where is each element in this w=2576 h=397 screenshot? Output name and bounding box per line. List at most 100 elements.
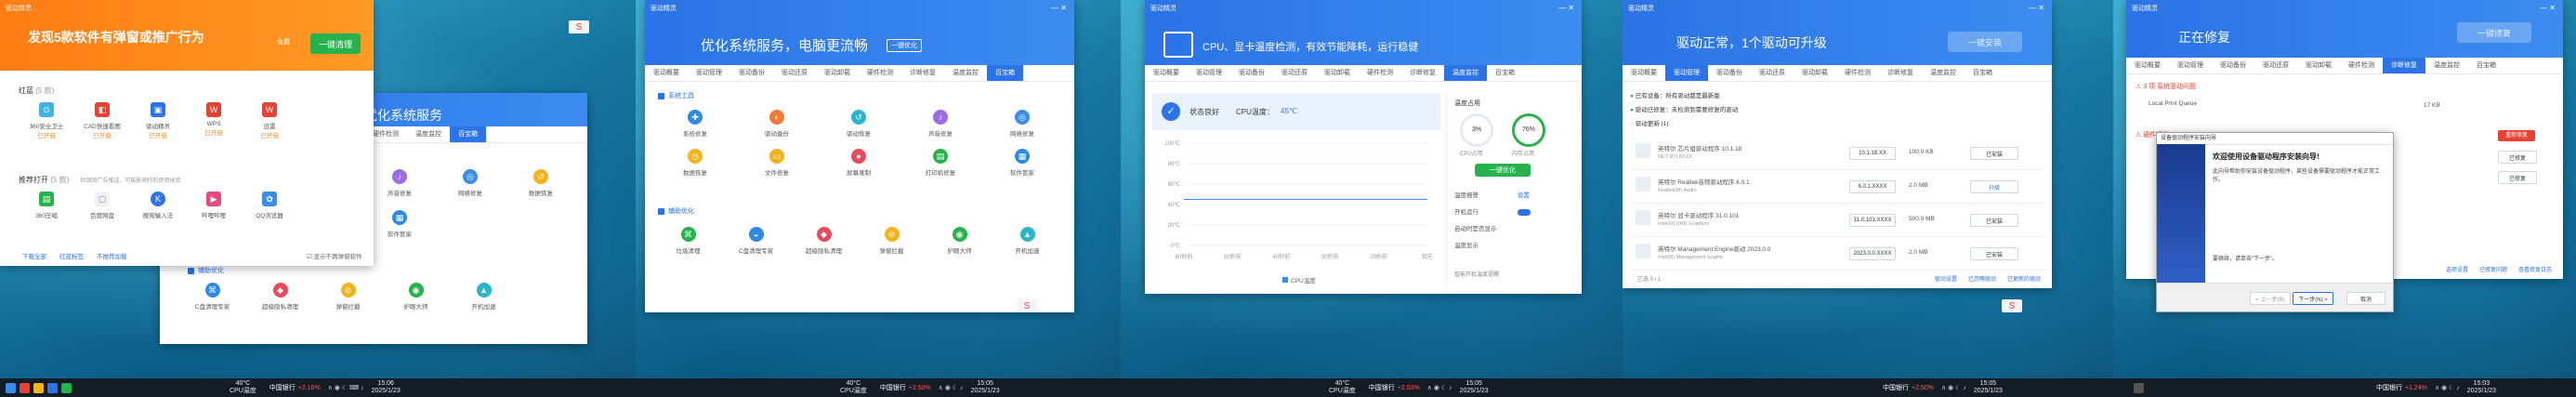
floating-s-badge[interactable]: S xyxy=(569,20,589,33)
link-settings[interactable]: 驱动设置 xyxy=(1935,274,1957,283)
tab-temp[interactable]: 温度监控 xyxy=(2425,58,2468,73)
next-button[interactable]: 下一步(N) > xyxy=(2293,292,2333,305)
driver-action[interactable]: 已安装 xyxy=(1970,247,2018,260)
tool-eye-care[interactable]: ◉ 护眼大师 xyxy=(382,283,450,311)
link-log[interactable]: 查看修复日志 xyxy=(2518,265,2552,273)
taskbar-app-1[interactable] xyxy=(20,382,30,393)
window-controls[interactable]: — ✕ xyxy=(2540,4,2556,12)
tab-restore[interactable]: 驱动还原 xyxy=(773,65,816,81)
tool-backup[interactable]: ◐ 驱动备份 xyxy=(736,110,818,138)
tab-uninstall[interactable]: 驱动卸载 xyxy=(1316,65,1359,81)
opt-display[interactable]: 温度显示 xyxy=(1454,238,1531,255)
window-controls[interactable]: — ✕ xyxy=(2029,4,2044,12)
tool-data[interactable]: ◷ 数据恢复 xyxy=(654,149,736,177)
tab-toolbox[interactable]: 百宝箱 xyxy=(987,65,1023,81)
tab-diagnose[interactable]: 诊断修复 xyxy=(2383,58,2425,73)
tab-temp[interactable]: 温度监控 xyxy=(1922,65,1965,81)
tool-privacy[interactable]: ◆ 超级隐私清理 xyxy=(246,283,314,311)
boot-toggle[interactable] xyxy=(1517,208,1531,216)
repair-all-button[interactable]: 一键修复 xyxy=(2457,22,2531,43)
table-row[interactable]: 英特尔 Realtek音频驱动程序 6.0.1 Realtek(R) Audio… xyxy=(1630,169,2044,204)
install-all-button[interactable]: 一键安装 xyxy=(1948,32,2022,52)
floating-s-badge[interactable]: S xyxy=(1017,299,1037,312)
tool-sys-fix[interactable]: ✚ 系统修复 xyxy=(654,110,736,138)
start-icon[interactable] xyxy=(6,382,16,393)
taskbar-app-4[interactable] xyxy=(61,382,72,393)
driver-action[interactable]: 升级 xyxy=(1970,180,2018,193)
tool-file[interactable]: ▭ 文件修复 xyxy=(736,149,818,177)
table-row[interactable]: 英特尔 Management Engine驱动 2023.0.0 Intel(R… xyxy=(1630,236,2044,271)
repaired-status[interactable]: 已修复 xyxy=(2498,151,2537,164)
show-checkbox[interactable]: ☑ 显示不再弹窗软件 xyxy=(307,251,362,260)
tab-manage[interactable]: 驱动管理 xyxy=(1665,65,1708,81)
tool-boot[interactable]: ▲ 开机加速 xyxy=(993,227,1061,255)
title-tag[interactable]: 一键优化 xyxy=(887,39,922,52)
tab-temp[interactable]: 温度监控 xyxy=(1444,65,1487,81)
tab-overview[interactable]: 驱动概要 xyxy=(1145,65,1188,81)
tab-diagnose[interactable]: 诊断修复 xyxy=(1879,65,1922,81)
tab-temp[interactable]: 温度监控 xyxy=(944,65,987,81)
driver-action[interactable]: 已安装 xyxy=(1970,214,2018,227)
tab-temp[interactable]: 温度监控 xyxy=(407,126,450,142)
opt-boot[interactable]: 开机运行 xyxy=(1454,205,1531,221)
tab-restore[interactable]: 驱动还原 xyxy=(1751,65,1794,81)
driver-action[interactable]: 已安装 xyxy=(1970,147,2018,160)
tab-restore[interactable]: 驱动还原 xyxy=(1273,65,1316,81)
tab-toolbox[interactable]: 百宝箱 xyxy=(1487,65,1523,81)
tool-popup[interactable]: ⊘ 弹窗拦截 xyxy=(858,227,926,255)
table-row[interactable]: 英特尔 芯片组驱动程序 10.1.18 NET RTL8XXX 10.1.18.… xyxy=(1630,136,2044,170)
tab-toolbox[interactable]: 百宝箱 xyxy=(2468,58,2504,73)
tool-c-clean[interactable]: ⌘ C盘清理专家 xyxy=(178,283,246,311)
tool-record[interactable]: ● 屏幕录制 xyxy=(818,149,900,177)
tab-manage[interactable]: 驱动管理 xyxy=(1188,65,1230,81)
tab-backup[interactable]: 驱动备份 xyxy=(1708,65,1751,81)
tool-privacy[interactable]: ◆ 超级隐私清理 xyxy=(790,227,858,255)
clean-button[interactable]: 一键清理 xyxy=(310,33,361,54)
tool-sound[interactable]: ♪ 声音修复 xyxy=(900,110,981,138)
app-360[interactable]: ⊙ 360安全卫士 已开启 xyxy=(19,102,74,139)
app-driver[interactable]: ▣ 驱动精灵 已开启 xyxy=(130,102,186,139)
tab-overview[interactable]: 驱动概要 xyxy=(1623,65,1665,81)
tab-backup[interactable]: 驱动备份 xyxy=(1230,65,1273,81)
repaired-status[interactable]: 已修复 xyxy=(2498,171,2537,184)
app-wps[interactable]: W WPS 已开启 xyxy=(186,102,242,139)
tool-software[interactable]: ▦ 软件管家 xyxy=(981,149,1063,177)
app-netdisk[interactable]: ▢ 百度网盘 xyxy=(74,192,130,219)
tab-overview[interactable]: 驱动概要 xyxy=(645,65,688,81)
tool-c-clean[interactable]: ◒ C盘清理专家 xyxy=(722,227,790,255)
tool-net-fix[interactable]: ◎ 网络修复 xyxy=(435,169,506,197)
tab-hardware[interactable]: 硬件检测 xyxy=(1836,65,1879,81)
tool-software-mgr[interactable]: ▦ 软件管家 xyxy=(364,210,435,238)
link-fixed[interactable]: 已修复问题 xyxy=(2479,265,2507,273)
tool-popup-block[interactable]: ⊘ 弹窗拦截 xyxy=(314,283,382,311)
prev-button[interactable]: < 上一步(B) xyxy=(2250,292,2291,305)
tool-network[interactable]: ◎ 网络修复 xyxy=(981,110,1063,138)
link-options[interactable]: 选项设置 xyxy=(2446,265,2468,273)
issue-1[interactable]: ⚠ 3 项 系统驱动问题 xyxy=(2136,82,2196,91)
tool-eye[interactable]: ◉ 护眼大师 xyxy=(926,227,993,255)
tab-hardware[interactable]: 硬件检测 xyxy=(859,65,901,81)
tab-hardware[interactable]: 硬件检测 xyxy=(1359,65,1401,81)
opt-alarm[interactable]: 温度报警 设置 xyxy=(1454,188,1531,205)
tab-backup[interactable]: 驱动备份 xyxy=(730,65,773,81)
tool-data-recovery[interactable]: ↺ 数据恢复 xyxy=(506,169,576,197)
link-not-recommend[interactable]: 不推荐加载 xyxy=(97,251,127,260)
app-bili[interactable]: ▶ 哔哩哔哩 xyxy=(186,192,242,219)
link-download-all[interactable]: 下载全部 xyxy=(22,251,46,260)
taskbar-app[interactable] xyxy=(2134,382,2144,393)
tab-toolbox[interactable]: 百宝箱 xyxy=(1965,65,2001,81)
cancel-button[interactable]: 取消 xyxy=(2346,292,2385,305)
tab-toolbox[interactable]: 百宝箱 xyxy=(450,126,486,142)
tab-manage[interactable]: 驱动管理 xyxy=(688,65,730,81)
taskbar-app-2[interactable] xyxy=(33,382,44,393)
app-zip[interactable]: ▤ 360压缩 xyxy=(19,192,74,219)
window-controls[interactable]: — ✕ xyxy=(1558,4,1574,12)
app-cad[interactable]: ◧ CAD快速看图 已开启 xyxy=(74,102,130,139)
tool-restore[interactable]: ↺ 驱动恢复 xyxy=(818,110,900,138)
app-qqbrowser[interactable]: ✿ QQ浏览器 xyxy=(242,192,297,219)
tab-overview[interactable]: 驱动概要 xyxy=(2126,58,2169,73)
re-repair-button[interactable]: 重新修复 xyxy=(2498,130,2535,141)
taskbar-app-3[interactable] xyxy=(47,382,58,393)
floating-s-badge[interactable]: S xyxy=(2002,299,2022,312)
opt-show[interactable]: 启动时是否显示 xyxy=(1454,221,1531,238)
